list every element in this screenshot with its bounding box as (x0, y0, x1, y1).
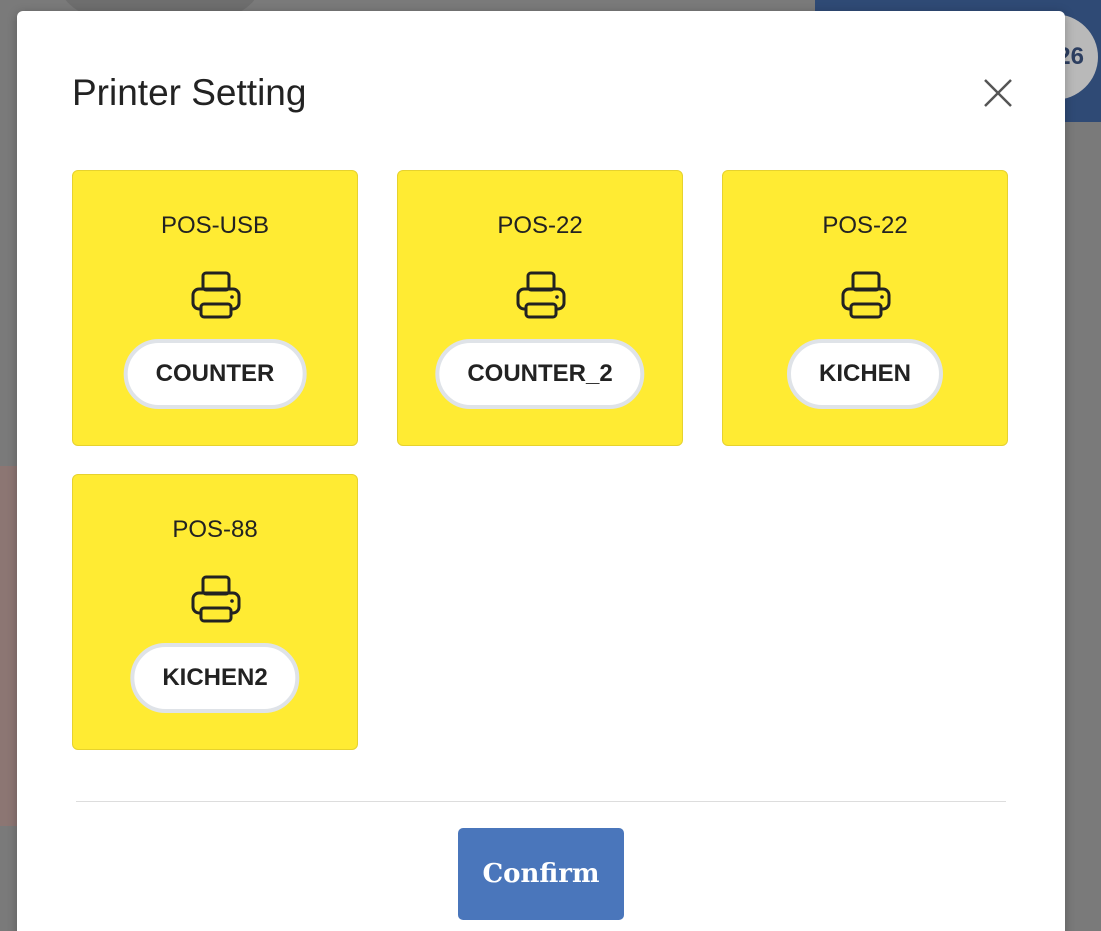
printer-name: POS-88 (172, 516, 258, 543)
printer-card[interactable]: POS-88 KICHEN2 (72, 474, 358, 750)
printer-setting-modal: Printer Setting POS-USB COUNTER POS-22 C… (17, 11, 1065, 931)
printer-alias-button[interactable]: KICHEN (786, 339, 944, 409)
modal-title: Printer Setting (72, 72, 307, 113)
printer-alias-button[interactable]: COUNTER (123, 339, 307, 409)
confirm-button[interactable]: Confirm (458, 828, 624, 920)
printer-alias-button[interactable]: COUNTER_2 (435, 339, 645, 409)
printer-card[interactable]: POS-USB COUNTER (72, 170, 358, 446)
close-button[interactable] (980, 75, 1016, 111)
printer-name: POS-22 (822, 212, 908, 239)
printer-icon (841, 271, 891, 319)
background-panel (0, 466, 18, 826)
printer-alias-button[interactable]: KICHEN2 (130, 643, 300, 713)
printer-card[interactable]: POS-22 COUNTER_2 (397, 170, 683, 446)
footer-divider (76, 801, 1006, 802)
printer-icon (191, 575, 241, 623)
printer-icon (516, 271, 566, 319)
printer-name: POS-USB (160, 212, 270, 239)
printer-card[interactable]: POS-22 KICHEN (722, 170, 1008, 446)
close-icon (984, 79, 1012, 107)
printer-name: POS-22 (497, 212, 583, 239)
printer-icon (191, 271, 241, 319)
